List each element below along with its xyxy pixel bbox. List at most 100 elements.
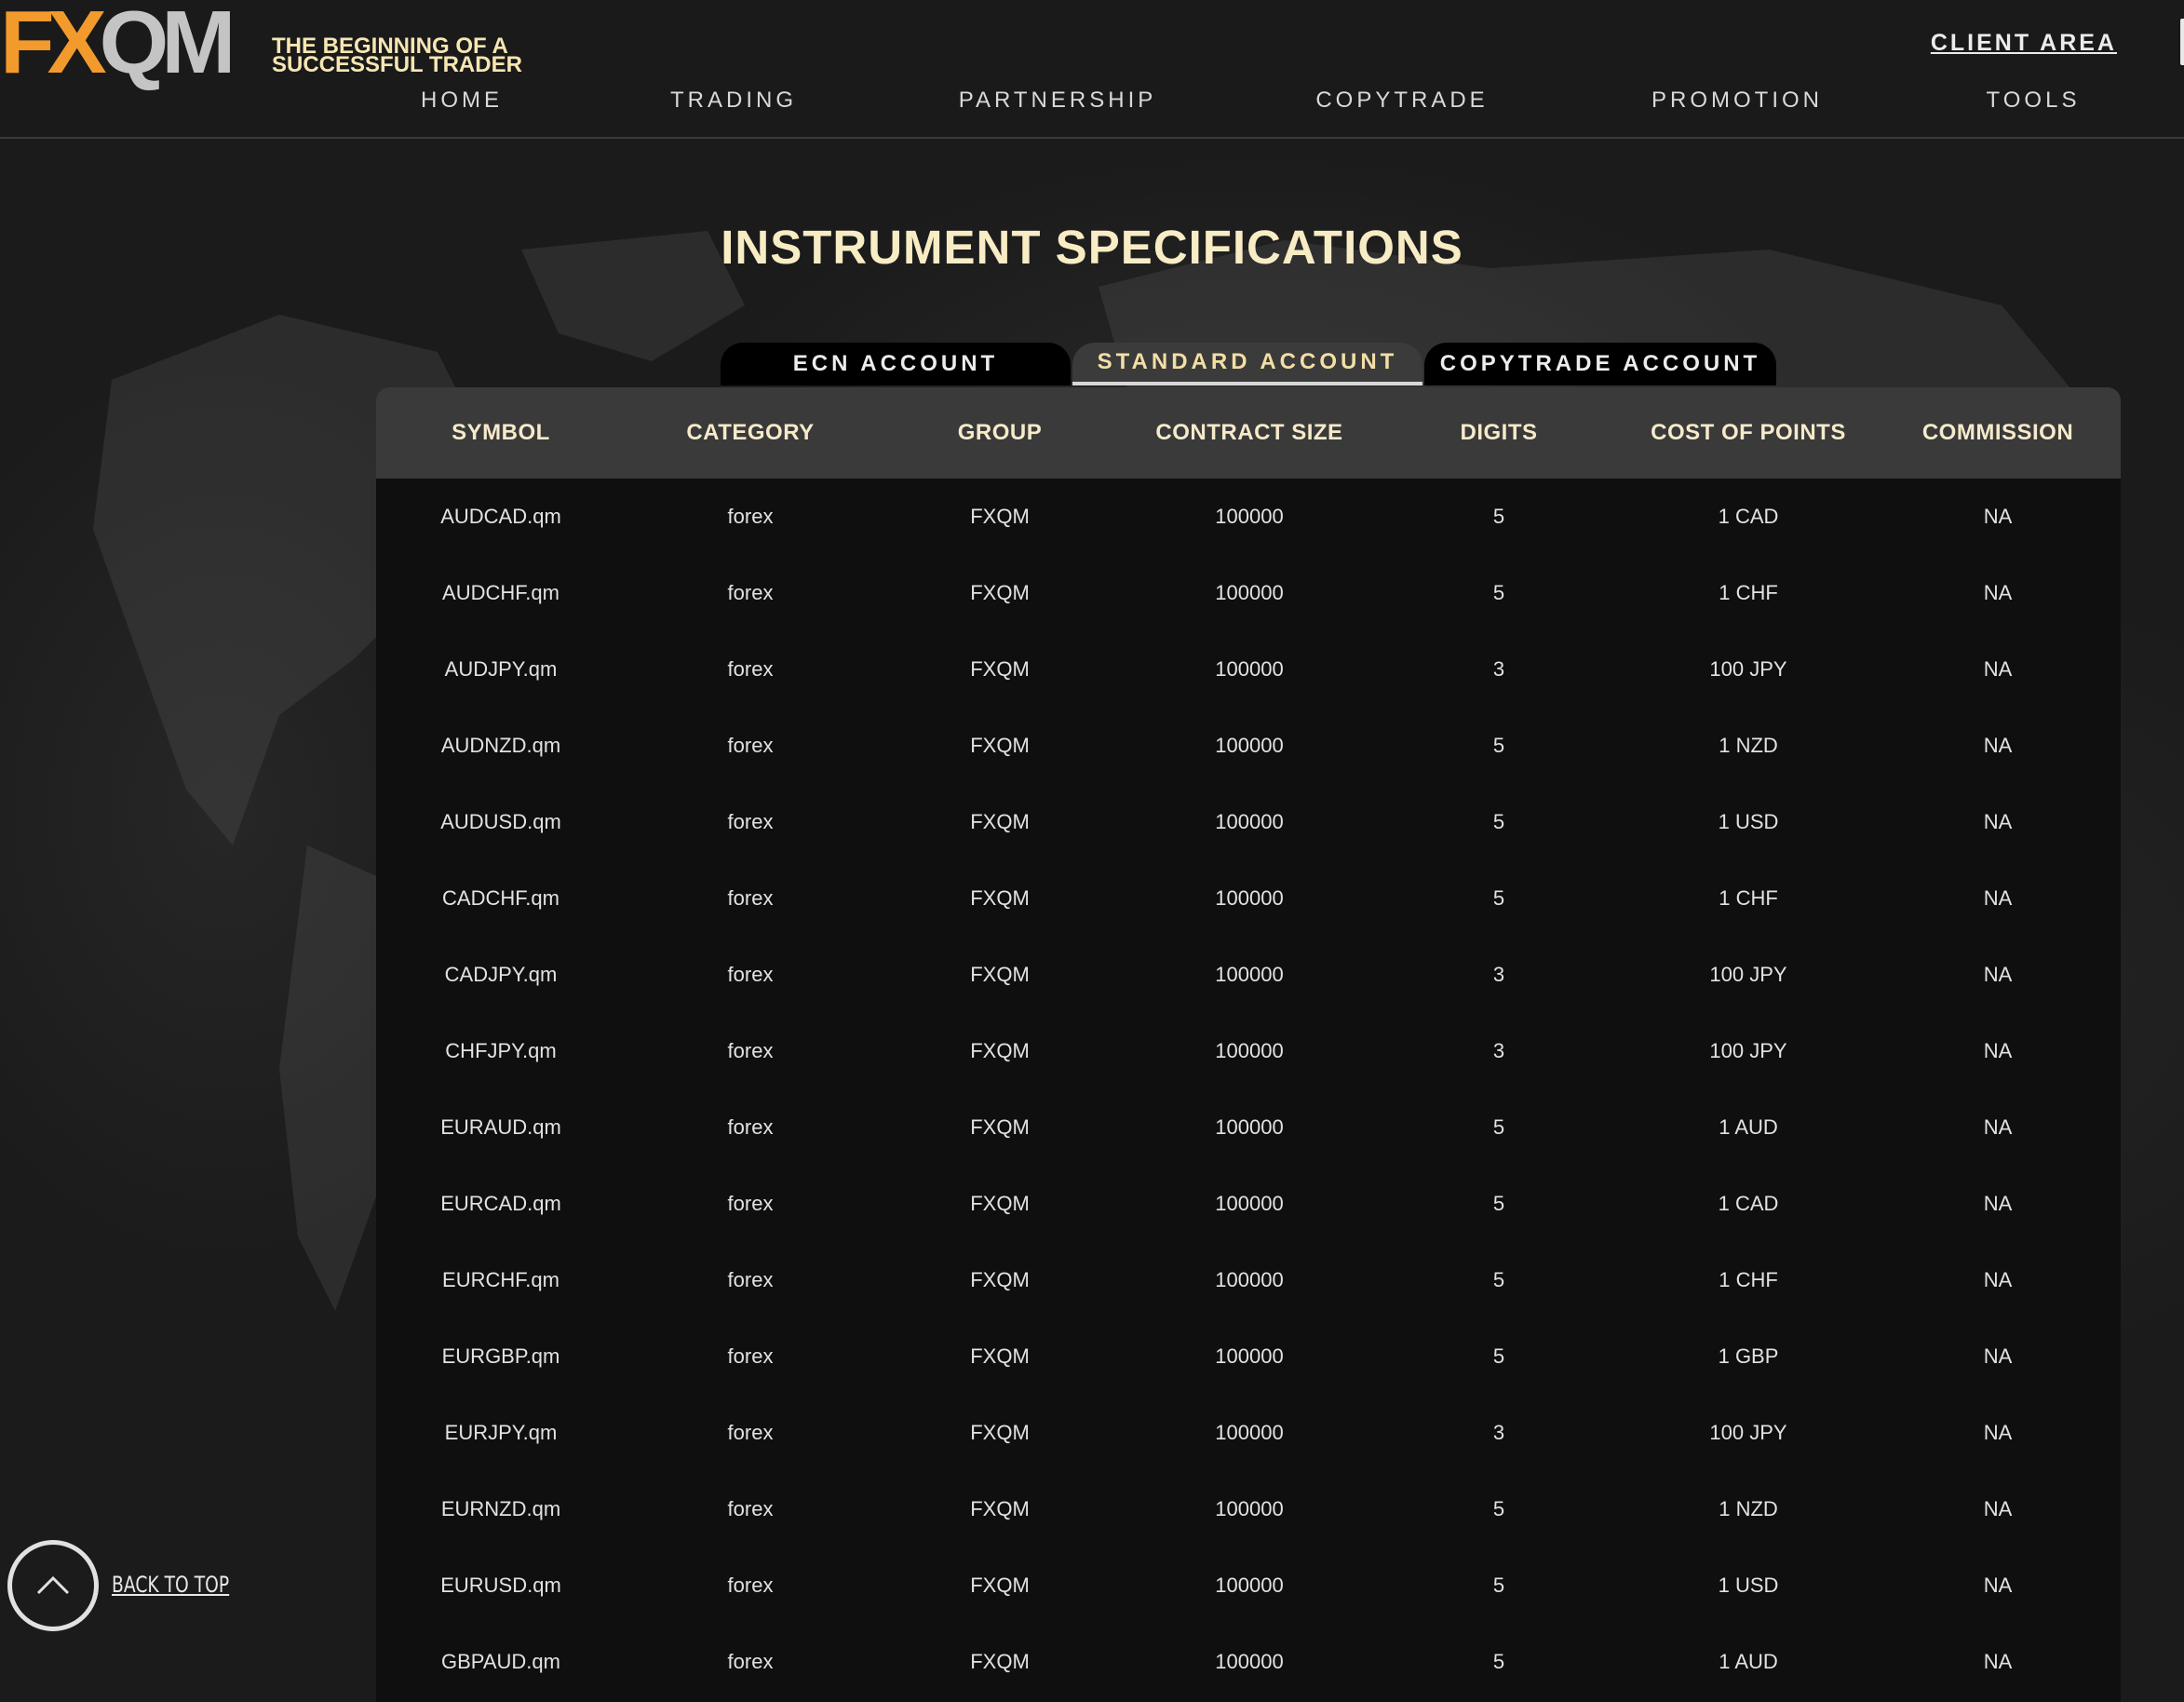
tab-ecn-account[interactable]: ECN ACCOUNT: [721, 343, 1071, 385]
cell-cost-of-points: 1 USD: [1718, 1574, 1779, 1597]
cell-cost-of-points: 1 AUD: [1719, 1650, 1778, 1673]
cell-contract-size: 100000: [1215, 963, 1284, 986]
cell-group: FXQM: [970, 1421, 1030, 1444]
cell-symbol: EURAUD.qm: [440, 1115, 561, 1139]
cell-commission: NA: [1983, 810, 2013, 833]
cell-commission: NA: [1983, 1115, 2013, 1139]
cell-contract-size: 100000: [1215, 1344, 1284, 1368]
cell-digits: 5: [1492, 1650, 1505, 1673]
cell-cost-of-points: 1 CHF: [1719, 886, 1778, 910]
table-header: SYMBOL CATEGORY GROUP CONTRACT SIZE DIGI…: [376, 387, 2121, 479]
nav-copytrade[interactable]: COPYTRADE: [1315, 88, 1488, 114]
logo-qm-text: QM: [99, 0, 236, 92]
table-row: EURAUD.qm forex FXQM 100000 5 1 AUD NA: [376, 1089, 2121, 1166]
cell-group: FXQM: [970, 810, 1030, 833]
cell-category: forex: [727, 963, 774, 986]
cell-contract-size: 100000: [1215, 657, 1284, 681]
cell-group: FXQM: [970, 1192, 1030, 1215]
nav-trading[interactable]: TRADING: [670, 88, 797, 114]
cell-digits: 5: [1492, 1115, 1505, 1139]
cell-cost-of-points: 1 GBP: [1718, 1344, 1779, 1368]
cell-category: forex: [727, 1421, 774, 1444]
column-header-digits: DIGITS: [1460, 420, 1538, 445]
table-row: EURUSD.qm forex FXQM 100000 5 1 USD NA: [376, 1547, 2121, 1624]
back-to-top-circle[interactable]: [7, 1540, 99, 1631]
cell-contract-size: 100000: [1215, 1650, 1284, 1673]
logo-fx-text: FX: [0, 0, 107, 92]
cell-contract-size: 100000: [1215, 1192, 1284, 1215]
table-row: EURNZD.qm forex FXQM 100000 5 1 NZD NA: [376, 1471, 2121, 1547]
cell-contract-size: 100000: [1215, 505, 1284, 528]
cell-digits: 5: [1492, 734, 1505, 757]
cell-cost-of-points: 1 CAD: [1718, 1192, 1779, 1215]
cell-group: FXQM: [970, 1344, 1030, 1368]
nav-partnership[interactable]: PARTNERSHIP: [959, 88, 1156, 114]
cell-cost-of-points: 100 JPY: [1709, 1421, 1787, 1444]
cell-contract-size: 100000: [1215, 1268, 1284, 1291]
cell-contract-size: 100000: [1215, 1421, 1284, 1444]
table-row: AUDCHF.qm forex FXQM 100000 5 1 CHF NA: [376, 555, 2121, 631]
cell-contract-size: 100000: [1215, 1497, 1284, 1520]
cell-category: forex: [727, 886, 774, 910]
cell-symbol: EURNZD.qm: [440, 1497, 561, 1520]
cell-symbol: EURGBP.qm: [441, 1344, 560, 1368]
tab-standard-account[interactable]: STANDARD ACCOUNT: [1072, 343, 1422, 385]
cell-contract-size: 100000: [1215, 1039, 1284, 1062]
site-header: FX QM THE BEGINNING OF A SUCCESSFUL TRADE…: [0, 0, 2184, 139]
cell-digits: 3: [1492, 1039, 1505, 1062]
client-area-link[interactable]: CLIENT AREA: [1931, 30, 2117, 57]
table-row: AUDJPY.qm forex FXQM 100000 3 100 JPY NA: [376, 631, 2121, 708]
nav-home[interactable]: HOME: [421, 88, 503, 114]
table-row: GBPAUD.qm forex FXQM 100000 5 1 AUD NA: [376, 1624, 2121, 1700]
column-header-contract-size: CONTRACT SIZE: [1155, 420, 1343, 445]
cell-cost-of-points: 1 NZD: [1719, 734, 1778, 757]
cell-symbol: AUDCAD.qm: [440, 505, 561, 528]
column-header-group: GROUP: [957, 420, 1043, 445]
cell-commission: NA: [1983, 1344, 2013, 1368]
cell-commission: NA: [1983, 734, 2013, 757]
cell-contract-size: 100000: [1215, 734, 1284, 757]
cell-digits: 5: [1492, 810, 1505, 833]
tab-copytrade-account[interactable]: COPYTRADE ACCOUNT: [1424, 343, 1776, 385]
cell-contract-size: 100000: [1215, 581, 1284, 604]
table-row: AUDCAD.qm forex FXQM 100000 5 1 CAD NA: [376, 479, 2121, 555]
cell-commission: NA: [1983, 657, 2013, 681]
cell-symbol: AUDCHF.qm: [442, 581, 559, 604]
fxqm-logo[interactable]: FX QM: [0, 0, 236, 92]
cell-cost-of-points: 100 JPY: [1709, 1039, 1787, 1062]
cell-digits: 5: [1492, 1192, 1505, 1215]
table-row: AUDNZD.qm forex FXQM 100000 5 1 NZD NA: [376, 708, 2121, 784]
cell-commission: NA: [1983, 581, 2013, 604]
table-row: EURJPY.qm forex FXQM 100000 3 100 JPY NA: [376, 1395, 2121, 1471]
cell-symbol: EURCHF.qm: [442, 1268, 559, 1291]
column-header-symbol: SYMBOL: [452, 420, 550, 445]
table-body: AUDCAD.qm forex FXQM 100000 5 1 CAD NA AUDCHF.q…: [376, 479, 2121, 1700]
back-to-top-label[interactable]: BACK TO TOP: [112, 1572, 229, 1598]
nav-promotion[interactable]: PROMOTION: [1651, 88, 1823, 114]
nav-tools[interactable]: TOOLS: [1987, 88, 2081, 114]
cell-digits: 3: [1492, 657, 1505, 681]
cell-category: forex: [727, 1650, 774, 1673]
cell-contract-size: 100000: [1215, 886, 1284, 910]
cell-group: FXQM: [970, 734, 1030, 757]
chevron-up-icon: [36, 1575, 70, 1595]
cell-group: FXQM: [970, 886, 1030, 910]
cell-category: forex: [727, 657, 774, 681]
back-to-top-button[interactable]: BACK TO TOP: [7, 1540, 231, 1631]
cell-symbol: EURJPY.qm: [444, 1421, 558, 1444]
cell-category: forex: [727, 1039, 774, 1062]
cell-commission: NA: [1983, 886, 2013, 910]
cell-group: FXQM: [970, 963, 1030, 986]
cell-cost-of-points: 100 JPY: [1709, 657, 1787, 681]
cell-cost-of-points: 1 CHF: [1719, 1268, 1778, 1291]
table-row: CADJPY.qm forex FXQM 100000 3 100 JPY NA: [376, 937, 2121, 1013]
cell-digits: 3: [1492, 963, 1505, 986]
cell-symbol: AUDUSD.qm: [440, 810, 561, 833]
table-row: EURCAD.qm forex FXQM 100000 5 1 CAD NA: [376, 1166, 2121, 1242]
brand-tagline: THE BEGINNING OF A SUCCESSFUL TRADER: [272, 35, 551, 76]
cell-commission: NA: [1983, 1574, 2013, 1597]
cell-commission: NA: [1983, 1192, 2013, 1215]
cell-group: FXQM: [970, 1039, 1030, 1062]
column-header-cost-of-points: COST OF POINTS: [1651, 420, 1846, 445]
cell-commission: NA: [1983, 1421, 2013, 1444]
